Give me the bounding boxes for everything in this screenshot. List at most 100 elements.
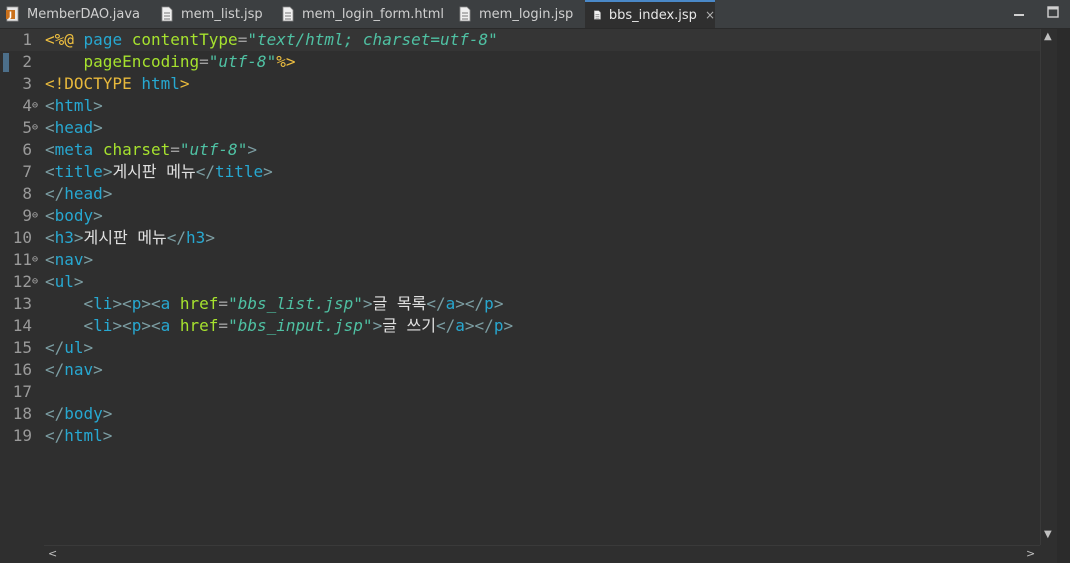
line-number: 7 <box>22 162 32 181</box>
minimize-icon[interactable] <box>1012 5 1026 19</box>
code-token: </ <box>426 294 446 313</box>
tab-mem-list-jsp[interactable]: mem_list.jsp <box>160 0 263 28</box>
scroll-down-icon[interactable]: ▼ <box>1044 529 1052 540</box>
code-token: > <box>73 272 84 291</box>
horizontal-scrollbar[interactable]: < > <box>44 545 1040 562</box>
code-token: < <box>45 118 55 137</box>
code-token: </ <box>195 162 215 181</box>
tab-label: mem_list.jsp <box>181 6 263 22</box>
fold-toggle-icon[interactable]: ⊖ <box>32 254 38 266</box>
fold-toggle-icon[interactable]: ⊖ <box>32 276 38 288</box>
fold-toggle-icon[interactable]: ⊖ <box>32 100 38 112</box>
code-token: href <box>179 316 219 335</box>
code-token: 글 쓰기 <box>382 316 436 335</box>
maximize-icon[interactable] <box>1046 5 1060 19</box>
code-token: > <box>179 74 190 93</box>
code-line[interactable]: 16 </nav> <box>0 359 1040 381</box>
code-line[interactable]: 10 <h3>게시판 메뉴</h3> <box>0 227 1040 249</box>
vertical-scrollbar[interactable]: ▲ ▼ <box>1040 29 1057 545</box>
close-icon[interactable]: × <box>705 8 715 22</box>
code-line[interactable]: 1 <%@ page contentType="text/html; charse… <box>0 29 1040 51</box>
code-line[interactable]: 11 ⊖ <nav> <box>0 249 1040 271</box>
code-token: = <box>218 294 229 313</box>
code-line[interactable]: 13 <li><p><a href="bbs_list.jsp">글 목록</a… <box>0 293 1040 315</box>
line-number: 15 <box>12 338 32 357</box>
code-text: <title>게시판 메뉴</title> <box>45 161 273 183</box>
code-line[interactable]: 5 ⊖ <head> <box>0 117 1040 139</box>
code-line[interactable]: 19 </html> <box>0 425 1040 447</box>
code-line[interactable]: 6 <meta charset="utf-8"> <box>0 139 1040 161</box>
code-line[interactable]: 4 ⊖ <html> <box>0 95 1040 117</box>
code-line[interactable]: 7 <title>게시판 메뉴</title> <box>0 161 1040 183</box>
fold-toggle-icon[interactable]: ⊖ <box>32 122 38 134</box>
fold-toggle-icon[interactable]: ⊖ <box>32 210 38 222</box>
code-token: ></ <box>464 316 494 335</box>
line-number: 4 <box>22 96 32 115</box>
code-token: > <box>102 404 113 423</box>
code-token: html <box>54 96 94 115</box>
code-token: > <box>83 338 94 357</box>
line-number: 18 <box>12 404 32 423</box>
line-number: 17 <box>12 382 32 401</box>
code-line[interactable]: 3 <!DOCTYPE html> <box>0 73 1040 95</box>
code-token: < <box>45 272 55 291</box>
code-line[interactable]: 15 </ul> <box>0 337 1040 359</box>
code-token: > <box>372 316 383 335</box>
tab-mem-login-form-html[interactable]: mem_login_form.html <box>281 0 444 28</box>
code-token: "text/html; charset=utf-8" <box>247 30 498 49</box>
code-token: > <box>102 162 113 181</box>
code-token: >< <box>141 294 161 313</box>
code-line[interactable]: 2 pageEncoding="utf-8"%> <box>0 51 1040 73</box>
scroll-up-icon[interactable]: ▲ <box>1044 31 1052 42</box>
tab-mem-login-jsp[interactable]: mem_login.jsp <box>458 0 573 28</box>
tab-memberdao-java[interactable]: J MemberDAO.java <box>6 0 140 28</box>
code-token: = <box>170 140 180 159</box>
code-token: > <box>93 360 103 379</box>
scroll-right-icon[interactable]: > <box>1026 547 1035 560</box>
code-token: > <box>102 426 113 445</box>
line-number: 11 <box>12 250 32 269</box>
svg-text:J: J <box>8 11 12 20</box>
code-line[interactable]: 9 ⊖ <body> <box>0 205 1040 227</box>
code-line[interactable]: 17 <box>0 381 1040 403</box>
tab-bbs-index-jsp[interactable]: bbs_index.jsp × <box>585 0 715 28</box>
code-line[interactable]: 14 <li><p><a href="bbs_input.jsp">글 쓰기</… <box>0 315 1040 337</box>
code-text: </head> <box>45 183 112 205</box>
code-token: < <box>83 294 94 313</box>
code-token: a <box>160 316 171 335</box>
code-token: = <box>199 52 209 71</box>
code-token: a <box>160 294 171 313</box>
code-text: </body> <box>45 403 112 425</box>
html-file-icon <box>282 6 294 22</box>
jsp-file-icon <box>161 6 173 22</box>
code-text: <li><p><a href="bbs_input.jsp">글 쓰기</a><… <box>45 315 514 337</box>
code-line[interactable]: 12 ⊖ <ul> <box>0 271 1040 293</box>
code-token: "bbs_input.jsp" <box>228 316 373 335</box>
line-number: 10 <box>12 228 32 247</box>
code-token: head <box>64 184 103 203</box>
code-token: p <box>131 294 142 313</box>
line-number: 5 <box>22 118 32 137</box>
tab-label: mem_login.jsp <box>479 6 574 22</box>
code-token: </ <box>45 184 65 203</box>
line-number: 12 <box>12 272 32 291</box>
code-token: = <box>218 316 229 335</box>
scroll-left-icon[interactable]: < <box>48 547 57 560</box>
code-token: nav <box>54 250 84 269</box>
code-token: > <box>263 162 273 181</box>
line-number: 6 <box>22 140 32 159</box>
line-number: 13 <box>12 294 32 313</box>
code-line[interactable]: 8 </head> <box>0 183 1040 205</box>
overview-ruler <box>1057 29 1070 563</box>
code-line[interactable]: 18 </body> <box>0 403 1040 425</box>
code-token: </ <box>45 404 65 423</box>
line-number: 19 <box>12 426 32 445</box>
code-editor[interactable]: 1 <%@ page contentType="text/html; charse… <box>0 29 1040 545</box>
code-text: <body> <box>45 205 103 227</box>
code-token: html <box>141 74 180 93</box>
